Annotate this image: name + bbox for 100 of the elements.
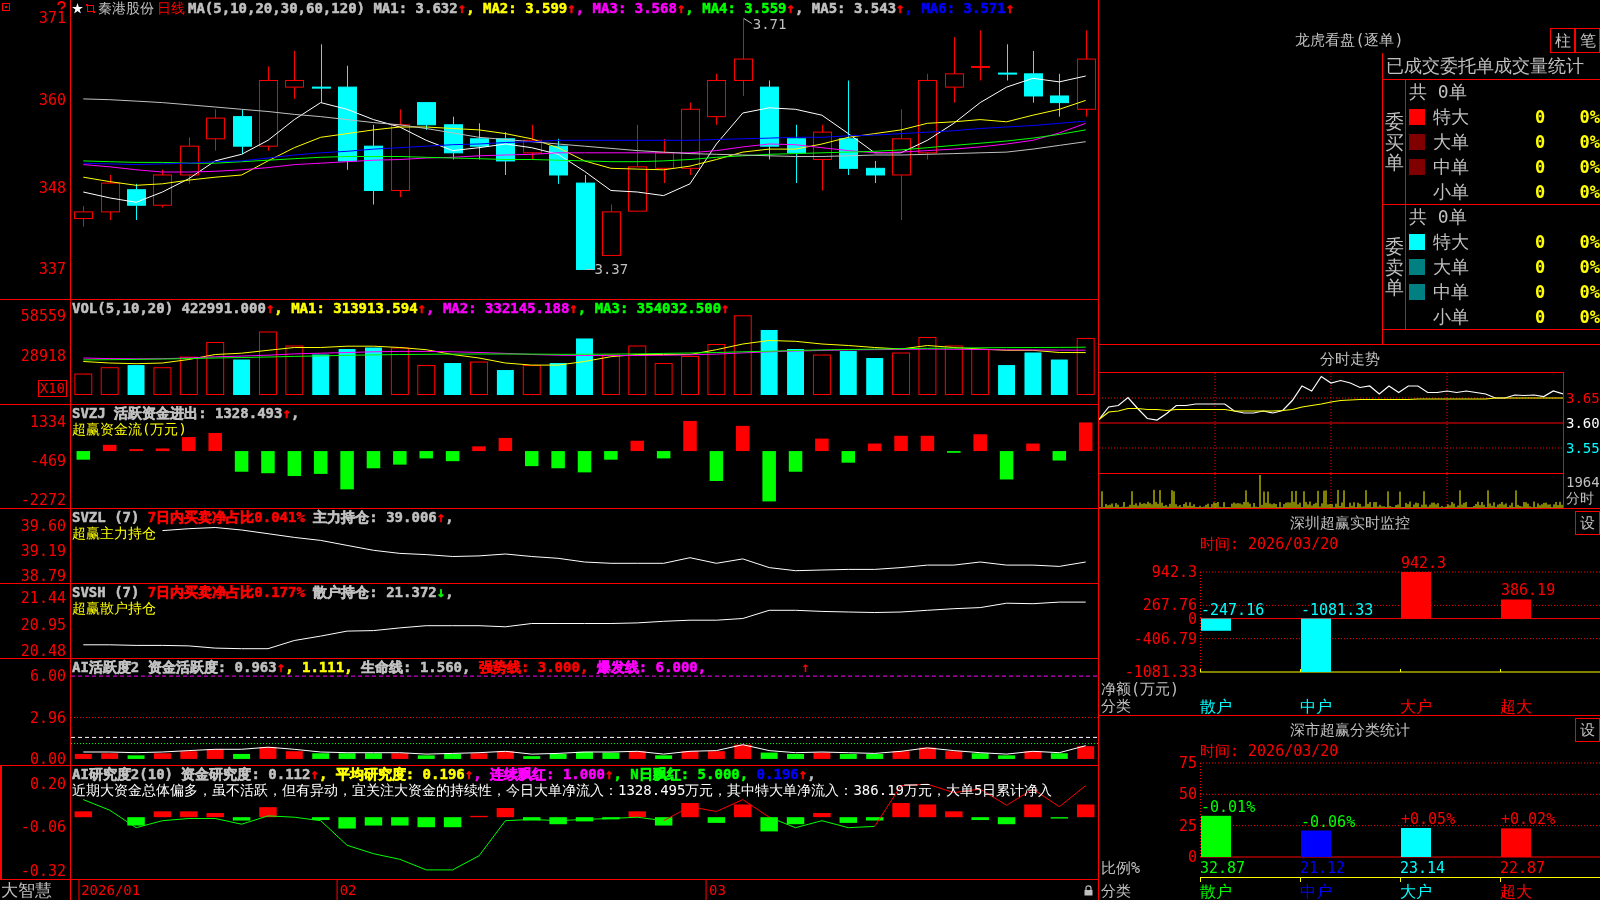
fund-flow-bar bbox=[102, 444, 117, 452]
activity-bar bbox=[444, 753, 462, 759]
settings-button[interactable]: 设 bbox=[1575, 511, 1600, 535]
order-type-label: 特大 bbox=[1433, 230, 1470, 253]
research-bar bbox=[232, 817, 251, 821]
order-count: 0 bbox=[1533, 230, 1547, 253]
leader-line bbox=[743, 17, 753, 24]
axis-tick-label: 0.00 bbox=[29, 750, 66, 767]
order-type-label: 大单 bbox=[1433, 255, 1470, 278]
legend-item: ↑ bbox=[282, 405, 291, 421]
legend-item: ↑ bbox=[1005, 0, 1015, 16]
order-share: 0% bbox=[1578, 105, 1600, 128]
multiplier-label[interactable]: X10 bbox=[37, 380, 67, 397]
order-type-label: 大单 bbox=[1433, 130, 1470, 153]
candle bbox=[523, 124, 542, 160]
activity-bar bbox=[602, 752, 620, 759]
fund-flow-bar bbox=[234, 451, 249, 472]
volume-max-label: 1964 bbox=[1566, 474, 1600, 490]
volume-bar bbox=[1050, 359, 1068, 395]
legend-item: 散户持仓: 21.372 bbox=[312, 584, 437, 600]
fund-flow-bar bbox=[788, 451, 803, 472]
volume-bar bbox=[944, 345, 963, 395]
share-bar bbox=[1401, 828, 1431, 857]
research-bar bbox=[443, 817, 462, 828]
axis-tick-label: -1081.33 bbox=[1124, 664, 1197, 680]
fund-flow-bar bbox=[920, 435, 935, 452]
category-label: 散户 bbox=[1200, 882, 1232, 900]
side-label: 委卖单 bbox=[1384, 235, 1404, 299]
activity-bar bbox=[1050, 753, 1068, 759]
volume-bar bbox=[74, 373, 93, 395]
legend-item: , MA2: 3.599 bbox=[466, 0, 568, 16]
activity-bar bbox=[918, 747, 936, 759]
candle bbox=[549, 138, 568, 185]
activity-bar bbox=[576, 751, 593, 759]
panel-title: 深圳超赢实时监控 bbox=[1289, 513, 1410, 532]
square-icon[interactable] bbox=[86, 3, 95, 13]
volume-bar bbox=[390, 347, 409, 395]
star-icon[interactable] bbox=[72, 2, 83, 14]
category-label: 大户 bbox=[1400, 697, 1432, 715]
fund-flow-bar bbox=[261, 451, 275, 474]
volume-bar bbox=[918, 337, 937, 395]
candle bbox=[233, 108, 252, 155]
activity-bar bbox=[681, 751, 699, 759]
order-count: 0 bbox=[1533, 155, 1547, 178]
fund-flow-bar bbox=[1078, 422, 1093, 452]
volume-bar bbox=[681, 356, 699, 395]
share-bar bbox=[1501, 828, 1531, 857]
settings-button[interactable]: 设 bbox=[1575, 718, 1600, 742]
volume-bar bbox=[812, 354, 831, 395]
research-bar bbox=[364, 817, 383, 826]
price-tick-label: 3.65 bbox=[1566, 390, 1600, 406]
fund-flow-bar bbox=[604, 451, 618, 460]
time-label: 时间: 2026/03/20 bbox=[1200, 536, 1339, 553]
legend-item: 爆发线: 6.000, bbox=[595, 659, 707, 675]
fund-flow-bar bbox=[551, 451, 565, 469]
fund-flow-bar bbox=[973, 434, 987, 452]
legend-item: ↑ bbox=[676, 0, 686, 16]
candle bbox=[74, 205, 93, 228]
share-bar bbox=[1301, 830, 1331, 857]
category-label: 大户 bbox=[1400, 882, 1432, 900]
axis-tick-label: 1334 bbox=[29, 414, 66, 431]
legend-item: , MA5: 3.543 bbox=[794, 0, 897, 16]
volume-bar bbox=[233, 359, 251, 395]
legend-item: , 连续飘红: 1.000 bbox=[473, 766, 606, 782]
candle bbox=[470, 122, 489, 160]
axis-tick-label: 360 bbox=[38, 91, 66, 108]
volume-bar bbox=[971, 349, 990, 395]
legend-item: 7日内买卖净占比0.177% bbox=[146, 584, 305, 600]
date-label: 02 bbox=[336, 880, 358, 900]
legend-item: , bbox=[445, 509, 454, 525]
legend-item: ↑ bbox=[436, 509, 446, 525]
mode-button[interactable]: 柱 bbox=[1550, 28, 1575, 53]
fund-flow-bar bbox=[894, 435, 908, 452]
research-bar bbox=[312, 817, 330, 821]
activity-bar bbox=[1024, 751, 1042, 759]
fund-flow-bar bbox=[155, 448, 170, 452]
category-label: 中户 bbox=[1300, 697, 1332, 715]
mode-button[interactable]: 笔 bbox=[1575, 28, 1600, 53]
share-bar bbox=[1201, 815, 1231, 857]
candle bbox=[971, 29, 990, 81]
change-label: -0.06% bbox=[1301, 813, 1356, 830]
axis-tick-label: 20.48 bbox=[20, 642, 66, 659]
activity-bar bbox=[285, 751, 303, 759]
lock-icon[interactable] bbox=[1084, 885, 1093, 896]
fund-flow-bar bbox=[1026, 443, 1040, 452]
price-annotation: 3.37 bbox=[594, 261, 629, 278]
volume-bar bbox=[760, 330, 778, 395]
volume-bar bbox=[179, 356, 198, 395]
research-bar bbox=[760, 817, 778, 832]
volume-bar bbox=[285, 345, 304, 395]
activity-bar bbox=[312, 753, 330, 759]
research-bar bbox=[259, 807, 277, 818]
value-label: 942.3 bbox=[1401, 555, 1447, 571]
order-type-label: 小单 bbox=[1433, 305, 1470, 328]
research-bar bbox=[180, 811, 198, 818]
fund-flow-bar bbox=[393, 451, 407, 465]
stock-name: 秦港股份 bbox=[98, 0, 154, 16]
square-icon[interactable] bbox=[2, 3, 10, 11]
axis-tick-label: -0.06 bbox=[20, 819, 66, 836]
legend-item: , bbox=[290, 405, 300, 421]
